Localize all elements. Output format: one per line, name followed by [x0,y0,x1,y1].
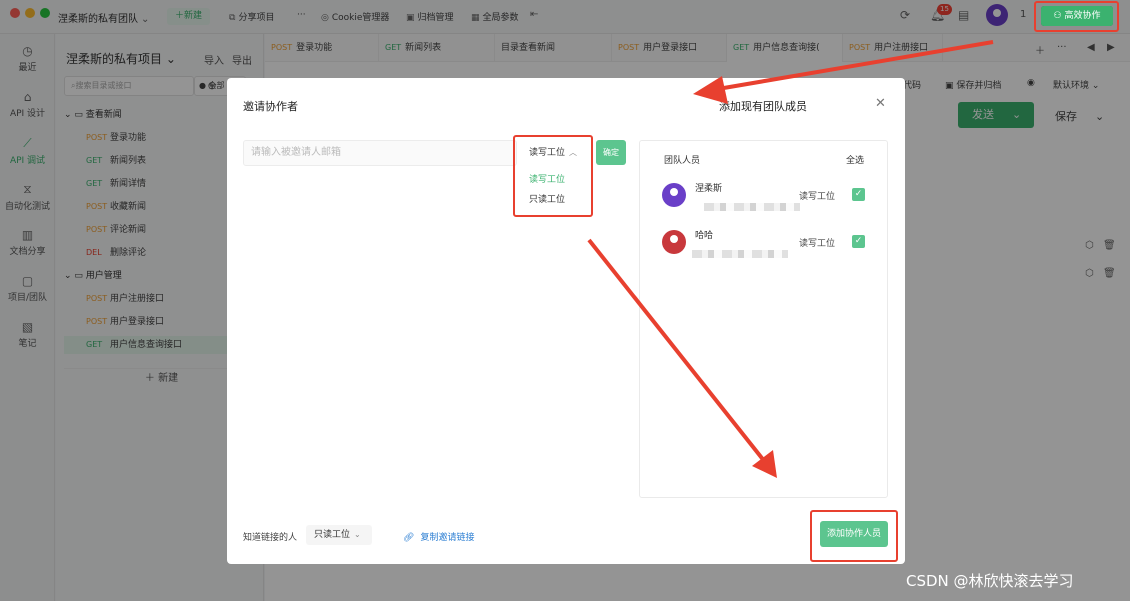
redacted-email [692,250,788,258]
member-permission: 读写工位 [799,239,836,249]
member-row[interactable]: 哈哈 读写工位 ✓ [662,228,877,268]
invite-dialog: 邀请协作者 添加现有团队成员 ✕ 请输入被邀请人邮箱 读写工位 ︿ 读写工位 只读… [227,78,905,564]
watermark: CSDN @林欣快滚去学习 [906,572,1074,590]
checkbox-checked[interactable]: ✓ [852,235,865,248]
member-name: 哈哈 [695,231,714,241]
link-icon: 🔗︎ [403,533,415,543]
member-name: 涅柔斯 [695,184,723,194]
link-access-label: 知道链接的人 [243,533,298,543]
team-members-panel: 团队人员 全选 涅柔斯 读写工位 ✓ 哈哈 读写工位 ✓ [639,140,888,498]
annotation-box [1034,1,1119,32]
dialog-title: 邀请协作者 [243,100,298,113]
avatar [662,230,686,254]
annotation-box [513,135,593,217]
chevron-down-icon: ⌄ [354,530,361,539]
team-panel-title: 添加现有团队成员 [719,100,807,113]
avatar [662,183,686,207]
link-permission-value: 只读工位 [314,530,351,540]
close-icon[interactable]: ✕ [875,96,886,111]
select-all-button[interactable]: 全选 [846,153,864,166]
link-permission-select[interactable]: 只读工位 ⌄ [306,525,372,545]
member-permission: 读写工位 [799,192,836,202]
copy-link-label: 复制邀请链接 [420,533,475,543]
redacted-email [704,203,800,211]
copy-invite-link[interactable]: 🔗︎ 复制邀请链接 [403,530,474,543]
team-header: 团队人员 [664,156,701,166]
checkbox-checked[interactable]: ✓ [852,188,865,201]
email-field[interactable]: 请输入被邀请人邮箱 [243,140,517,166]
member-row[interactable]: 涅柔斯 读写工位 ✓ [662,181,877,221]
confirm-button[interactable]: 确定 [596,140,626,165]
annotation-box [810,510,898,562]
